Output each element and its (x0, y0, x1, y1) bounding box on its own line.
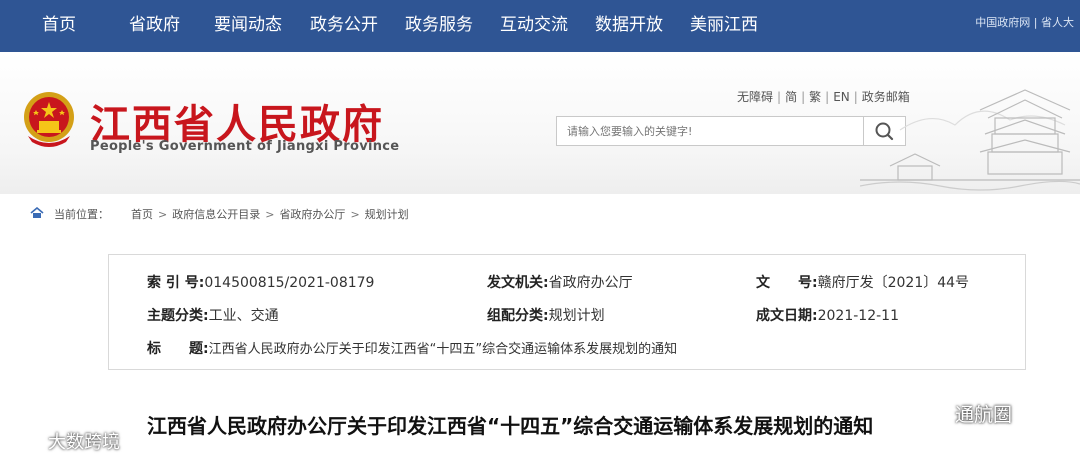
divider: | (825, 90, 830, 104)
article-title: 江西省人民政府办公厅关于印发江西省“十四五”综合交通运输体系发展规划的通知 (147, 414, 874, 438)
doc-title-row: 标 题:江西省人民政府办公厅关于印发江西省“十四五”综合交通运输体系发展规划的通… (147, 338, 677, 358)
site-header: 江西省人民政府 People's Government of Jiangxi P… (0, 52, 1080, 194)
wechat-icon (925, 405, 951, 425)
category-row: 组配分类:规划计划 (487, 305, 605, 325)
written-date-value: 2021-12-11 (817, 308, 899, 324)
divider: | (801, 90, 806, 104)
issuer-value: 省政府办公厅 (548, 275, 633, 291)
national-emblem-icon[interactable] (20, 90, 78, 152)
document-number-label: 文 号: (756, 275, 818, 291)
home-icon (30, 206, 44, 218)
index-number-label: 索 引 号: (147, 275, 205, 291)
divider: | (853, 90, 858, 104)
accessibility-link[interactable]: 无障碍 (737, 90, 773, 104)
search-box (556, 116, 867, 146)
nav-item-gov-services[interactable]: 政务服务 (405, 0, 473, 52)
issuer-label: 发文机关: (487, 275, 549, 291)
external-links[interactable]: 中国政府网 | 省人大 (975, 14, 1074, 30)
index-number-row: 索 引 号:014500815/2021-08179 (147, 272, 374, 292)
breadcrumb-separator: > (265, 208, 275, 221)
topic-row: 主题分类:工业、交通 (147, 305, 279, 325)
search-input[interactable] (557, 117, 867, 145)
index-number-value: 014500815/2021-08179 (204, 275, 375, 291)
issuer-row: 发文机关:省政府办公厅 (487, 272, 633, 292)
nav-item-provincial-government[interactable]: 省政府 (129, 0, 180, 52)
nav-item-news[interactable]: 要闻动态 (214, 0, 282, 52)
nav-item-interaction[interactable]: 互动交流 (500, 0, 568, 52)
nav-item-home[interactable]: 首页 (42, 0, 76, 52)
breadcrumb-prefix: 当前位置： (54, 208, 109, 221)
topic-value: 工业、交通 (208, 308, 279, 324)
written-date-label: 成文日期: (756, 308, 818, 324)
watermark-left-text: 大数跨境 (48, 432, 120, 453)
nav-item-beautiful-jiangxi[interactable]: 美丽江西 (690, 0, 758, 52)
topic-label: 主题分类: (147, 308, 209, 324)
written-date-row: 成文日期:2021-12-11 (756, 305, 899, 325)
nav-item-open-data[interactable]: 数据开放 (595, 0, 663, 52)
document-number-value: 赣府厅发〔2021〕44号 (817, 275, 970, 291)
breadcrumb-item-info-catalog[interactable]: 政府信息公开目录 (172, 208, 260, 221)
document-info-box: 索 引 号:014500815/2021-08179 发文机关:省政府办公厅 文… (108, 254, 1026, 370)
doc-title-label: 标 题: (147, 341, 209, 357)
top-nav-bar: 首页 省政府 要闻动态 政务公开 政务服务 互动交流 数据开放 美丽江西 中国政… (0, 0, 1080, 52)
breadcrumb-item-planning[interactable]: 规划计划 (365, 208, 409, 221)
divider: | (777, 90, 782, 104)
category-label: 组配分类: (487, 308, 549, 324)
category-value: 规划计划 (548, 308, 605, 324)
traditional-chinese-link[interactable]: 繁 (809, 90, 821, 104)
breadcrumb-separator: > (350, 208, 360, 221)
breadcrumb: 当前位置： 首页 > 政府信息公开目录 > 省政府办公厅 > 规划计划 (30, 206, 409, 222)
tengwang-pavilion-illustration (860, 89, 1080, 191)
watermark-left: 大数跨境 (10, 428, 120, 454)
brand-logo-icon (11, 436, 41, 450)
breadcrumb-item-home[interactable]: 首页 (131, 208, 153, 221)
simplified-chinese-link[interactable]: 简 (785, 90, 797, 104)
site-subtitle: People's Government of Jiangxi Province (90, 139, 400, 154)
breadcrumb-separator: > (158, 208, 168, 221)
doc-title-value: 江西省人民政府办公厅关于印发江西省“十四五”综合交通运输体系发展规划的通知 (208, 342, 678, 357)
document-number-row: 文 号:赣府厅发〔2021〕44号 (756, 272, 969, 292)
watermark-right: 通航圈 (925, 400, 1012, 427)
nav-item-gov-affairs-public[interactable]: 政务公开 (310, 0, 378, 52)
english-link[interactable]: EN (833, 90, 850, 104)
breadcrumb-item-general-office[interactable]: 省政府办公厅 (279, 208, 345, 221)
watermark-right-text: 通航圈 (955, 404, 1013, 426)
